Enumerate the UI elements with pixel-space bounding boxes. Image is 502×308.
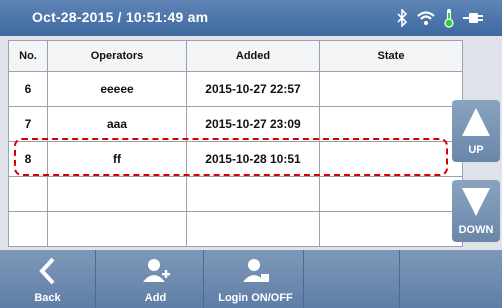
empty-cell: [47, 211, 187, 247]
row-no: 6: [8, 71, 48, 107]
empty-cell: [186, 176, 320, 212]
down-label: DOWN: [458, 224, 494, 236]
row-operator: eeeee: [47, 71, 187, 107]
back-label: Back: [34, 292, 61, 304]
empty-cell: [319, 176, 463, 212]
header-operators: Operators: [47, 40, 187, 72]
up-button[interactable]: UP: [452, 100, 500, 162]
chevron-left-icon: [37, 256, 59, 289]
plug-icon: [462, 11, 484, 25]
arrow-up-icon: [460, 106, 492, 141]
table-row[interactable]: 6 eeeee 2015-10-27 22:57: [8, 71, 463, 107]
table-row-empty: [8, 211, 463, 247]
bluetooth-icon: [396, 9, 408, 27]
selected-row-highlight: [14, 138, 448, 176]
status-bar: Oct-28-2015 / 10:51:49 am: [0, 0, 502, 36]
up-label: UP: [468, 144, 484, 156]
bottom-toolbar: Back Add Login ON/OFF: [0, 250, 502, 308]
empty-cell: [8, 176, 48, 212]
table-header-row: No. Operators Added State: [8, 40, 463, 72]
empty-toolbar-slot: [404, 250, 502, 308]
header-state: State: [319, 40, 463, 72]
login-label: Login ON/OFF: [218, 292, 293, 304]
row-added: 2015-10-27 23:09: [186, 106, 320, 142]
user-login-icon: [241, 256, 271, 289]
device-screen: Oct-28-2015 / 10:51:49 am No. Operators: [0, 0, 502, 308]
empty-toolbar-slot: [304, 250, 400, 308]
empty-cell: [319, 211, 463, 247]
login-toggle-button[interactable]: Login ON/OFF: [208, 250, 304, 308]
row-state: [319, 71, 463, 107]
header-no: No.: [8, 40, 48, 72]
status-icons: [396, 8, 484, 28]
empty-cell: [186, 211, 320, 247]
add-button[interactable]: Add: [108, 250, 204, 308]
wifi-icon: [416, 10, 436, 26]
row-operator: aaa: [47, 106, 187, 142]
row-added: 2015-10-27 22:57: [186, 71, 320, 107]
header-added: Added: [186, 40, 320, 72]
table-row-empty: [8, 176, 463, 212]
arrow-down-icon: [460, 186, 492, 221]
empty-cell: [8, 211, 48, 247]
empty-cell: [47, 176, 187, 212]
thermometer-icon: [444, 8, 454, 28]
add-label: Add: [144, 292, 167, 304]
datetime-display: Oct-28-2015 / 10:51:49 am: [32, 9, 209, 25]
operators-table-panel: No. Operators Added State 6 eeeee 2015-1…: [8, 40, 463, 247]
table-row[interactable]: 7 aaa 2015-10-27 23:09: [8, 106, 463, 142]
down-button[interactable]: DOWN: [452, 180, 500, 242]
row-state: [319, 106, 463, 142]
add-user-icon: [141, 256, 171, 289]
back-button[interactable]: Back: [0, 250, 96, 308]
row-no: 7: [8, 106, 48, 142]
